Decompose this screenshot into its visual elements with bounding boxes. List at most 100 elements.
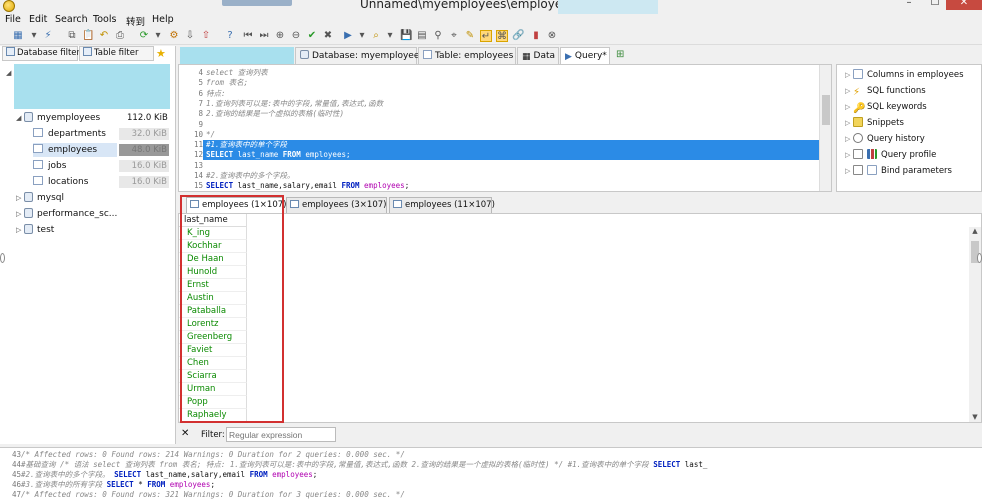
new-query-tab-icon[interactable]: ⊞ <box>616 49 624 60</box>
grid-cell[interactable]: Sciarra <box>179 370 247 383</box>
sql-log-panel[interactable]: 43/* Affected rows: 0 Found rows: 214 Wa… <box>0 447 982 499</box>
stop-icon[interactable]: ⊗ <box>546 30 558 42</box>
refresh-icon[interactable]: ⟳ <box>138 30 150 42</box>
editor-line[interactable]: 13 <box>179 161 819 171</box>
grid-cell[interactable]: Pataballa <box>179 305 247 318</box>
dropdown-arrow-icon[interactable]: ▾ <box>356 30 368 42</box>
helper-sql-keywords[interactable]: ▷ 🔑 SQL keywords <box>845 100 927 114</box>
user-manager-icon[interactable]: ⚙ <box>168 30 180 42</box>
undo-icon[interactable]: ↶ <box>98 30 110 42</box>
result-tab-3[interactable]: employees (11×107) <box>389 197 495 213</box>
grid-cell[interactable]: K_ing <box>179 227 247 240</box>
helper-bind-parameters[interactable]: ▷ Bind parameters <box>845 164 952 178</box>
checkbox-icon[interactable] <box>853 149 863 159</box>
tree-db-mysql[interactable]: ▷ mysql <box>16 191 64 205</box>
tree-db-test[interactable]: ▷ test <box>16 223 54 237</box>
maximize-button[interactable]: ☐ <box>922 0 948 10</box>
menu-search[interactable]: Search <box>55 14 88 25</box>
collapse-arrow-icon[interactable]: ▷ <box>16 207 24 221</box>
dropdown-arrow-icon[interactable]: ▾ <box>152 30 164 42</box>
wrap-icon[interactable]: ↵ <box>480 30 492 42</box>
editor-line[interactable]: 4 select 查询列表 <box>179 68 819 78</box>
editor-line[interactable]: 10 */ <box>179 130 819 140</box>
cancel-icon[interactable]: ✖ <box>322 30 334 42</box>
first-icon[interactable]: ⏮ <box>242 30 254 42</box>
save-icon[interactable]: 💾 <box>400 30 412 42</box>
tab-query[interactable]: ▶ Query* <box>560 47 610 65</box>
close-button[interactable]: ✕ <box>946 0 982 10</box>
editor-line[interactable]: 12 SELECT last_name FROM employees; <box>179 150 819 161</box>
helper-query-history[interactable]: ▷ Query history <box>845 132 925 146</box>
editor-line[interactable]: 14 #2.查询表中的多个字段。 <box>179 171 819 181</box>
grid-cell[interactable]: De Haan <box>179 253 247 266</box>
tab-database[interactable]: Database: myemployees <box>295 47 424 64</box>
splitter-grip[interactable] <box>977 253 982 263</box>
menu-goto[interactable]: 转到 <box>126 14 145 28</box>
splitter-grip[interactable] <box>0 253 5 263</box>
grid-cell[interactable]: Urman <box>179 383 247 396</box>
grid-cell[interactable]: Greenberg <box>179 331 247 344</box>
column-header-last-name[interactable]: last_name <box>179 214 247 227</box>
autocomplete-icon[interactable]: ⌘ <box>496 30 508 42</box>
connect-icon[interactable]: ⚡ <box>42 30 54 42</box>
helper-snippets[interactable]: ▷ Snippets <box>845 116 904 130</box>
menu-tools[interactable]: Tools <box>93 14 116 25</box>
tree-table-locations[interactable]: locations <box>33 175 88 189</box>
tree-table-departments[interactable]: departments <box>33 127 106 141</box>
run-icon[interactable]: ▶ <box>342 30 354 42</box>
editor-line[interactable]: 8 2.查询的结果是一个虚拟的表格(临时性) <box>179 109 819 119</box>
editor-line[interactable]: 5 from 表名; <box>179 78 819 88</box>
help-icon[interactable]: ? <box>224 30 236 42</box>
tab-table-filter[interactable]: Table filter <box>79 46 154 61</box>
tree-table-jobs[interactable]: jobs <box>33 159 66 173</box>
editor-line[interactable]: 9 <box>179 120 819 130</box>
explain-icon[interactable]: ⌕ <box>370 30 382 42</box>
grid-cell[interactable]: Hunold <box>179 266 247 279</box>
collapse-arrow-icon[interactable]: ▷ <box>16 191 24 205</box>
mark-icon[interactable]: ▮ <box>530 30 542 42</box>
checkbox-icon[interactable] <box>853 165 863 175</box>
grid-cell[interactable]: Raphaely <box>179 409 247 422</box>
import-icon[interactable]: ⇩ <box>184 30 196 42</box>
format-icon[interactable]: ✎ <box>464 30 476 42</box>
link-icon[interactable]: 🔗 <box>512 30 524 42</box>
editor-line[interactable]: 15 SELECT last_name,salary,email FROM emp… <box>179 181 819 191</box>
tree-table-employees[interactable]: employees <box>33 143 117 157</box>
tree-db-performance-schema[interactable]: ▷ performance_sc... <box>16 207 117 221</box>
copy-icon[interactable]: ⧉ <box>66 30 78 42</box>
binoculars-icon[interactable]: ⚲ <box>432 30 444 42</box>
editor-line[interactable]: 6 特点: <box>179 89 819 99</box>
star-icon[interactable]: ★ <box>156 47 166 60</box>
grid-cell[interactable]: Ernst <box>179 279 247 292</box>
dropdown-arrow-icon[interactable]: ▾ <box>28 30 40 42</box>
find-icon[interactable]: ⌖ <box>448 30 460 42</box>
filter-input[interactable] <box>226 427 336 442</box>
open-file-icon[interactable]: ▤ <box>416 30 428 42</box>
helper-sql-functions[interactable]: ▷ ⚡ SQL functions <box>845 84 926 98</box>
grid-cell[interactable]: Austin <box>179 292 247 305</box>
menu-edit[interactable]: Edit <box>29 14 47 25</box>
menu-file[interactable]: File <box>5 14 21 25</box>
menu-help[interactable]: Help <box>152 14 174 25</box>
delete-icon[interactable]: ⊖ <box>290 30 302 42</box>
grid-cell[interactable]: Kochhar <box>179 240 247 253</box>
paste-icon[interactable]: 📋 <box>82 30 94 42</box>
grid-cell[interactable]: Chen <box>179 357 247 370</box>
grid-cell[interactable]: Faviet <box>179 344 247 357</box>
tree-db-myemployees[interactable]: ◢ myemployees <box>16 111 100 125</box>
grid-cell[interactable]: Lorentz <box>179 318 247 331</box>
expand-arrow-icon[interactable]: ◢ <box>16 111 24 125</box>
tree-expand-icon[interactable]: ◢ <box>6 66 14 80</box>
insert-icon[interactable]: ⊕ <box>274 30 286 42</box>
tab-table[interactable]: Table: employees <box>418 47 516 64</box>
print-icon[interactable]: ⎙ <box>114 30 126 42</box>
grid-cell[interactable]: Popp <box>179 396 247 409</box>
minimize-button[interactable]: – <box>896 0 922 10</box>
editor-line[interactable]: 11 #1.查询表中的单个字段 <box>179 140 819 151</box>
collapse-arrow-icon[interactable]: ▷ <box>16 223 24 237</box>
dropdown-arrow-icon[interactable]: ▾ <box>384 30 396 42</box>
result-tab-1[interactable]: employees (1×107) <box>186 197 286 213</box>
close-filter-icon[interactable]: ✕ <box>181 428 189 439</box>
tab-database-filter[interactable]: Database filter <box>2 46 80 61</box>
helper-columns[interactable]: ▷ Columns in employees <box>845 68 964 82</box>
